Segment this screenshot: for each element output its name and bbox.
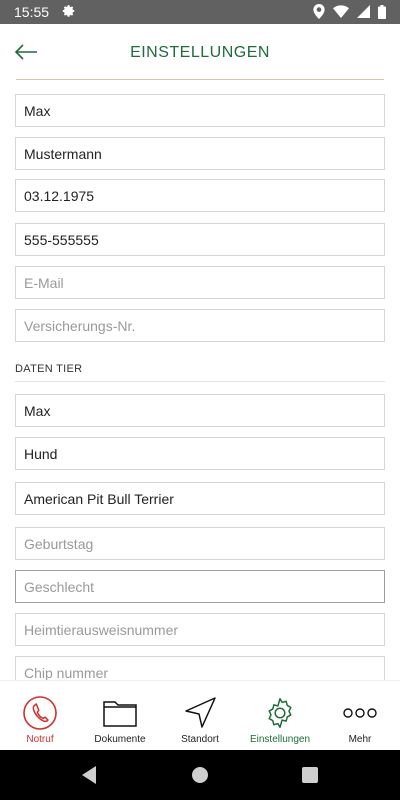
more-icon (342, 695, 378, 731)
settings-icon (62, 4, 76, 23)
nav-item-mehr[interactable]: Mehr (320, 681, 400, 750)
nav-label-standort: Standort (181, 734, 219, 745)
nav-label-dokumente: Dokumente (94, 734, 146, 745)
system-navigation-bar (0, 750, 400, 800)
navigation-icon (182, 695, 218, 731)
last-name-field[interactable] (15, 137, 385, 170)
pet-passport-number-field[interactable] (15, 613, 385, 646)
birthdate-field[interactable] (15, 179, 385, 212)
email-field[interactable] (15, 266, 385, 299)
nav-item-dokumente[interactable]: Dokumente (80, 681, 160, 750)
nav-item-einstellungen[interactable]: Einstellungen (240, 681, 320, 750)
nav-item-notruf[interactable]: Notruf (0, 681, 80, 750)
nav-item-standort[interactable]: Standort (160, 681, 240, 750)
animal-name-field[interactable] (15, 394, 385, 427)
first-name-field[interactable] (15, 94, 385, 127)
status-bar: 15:55 (0, 0, 400, 24)
animal-species-field[interactable] (15, 437, 385, 470)
battery-icon (378, 4, 386, 24)
phone-icon (22, 695, 58, 731)
nav-label-mehr: Mehr (348, 734, 372, 745)
insurance-number-field[interactable] (15, 309, 385, 342)
location-icon (313, 4, 325, 24)
bottom-navigation: Notruf Dokumente Standort Einstellungen … (0, 680, 400, 750)
nav-label-notruf: Notruf (26, 734, 54, 745)
animal-gender-select[interactable] (15, 570, 385, 603)
status-time: 15:55 (14, 4, 50, 20)
app-header: EINSTELLUNGEN (0, 24, 400, 80)
wifi-icon (333, 5, 349, 23)
signal-icon (357, 5, 370, 23)
home-circle-icon[interactable] (191, 765, 209, 790)
animal-birthday-field[interactable] (15, 527, 385, 560)
animal-breed-field[interactable] (15, 482, 385, 515)
settings-form: DATEN TIER (0, 80, 400, 680)
page-title: EINSTELLUNGEN (130, 44, 270, 61)
recents-square-icon[interactable] (301, 765, 319, 790)
folder-icon (102, 695, 138, 731)
gear-icon (262, 695, 298, 731)
section-divider (15, 381, 385, 382)
phone-field[interactable] (15, 223, 385, 256)
nav-label-einstellungen: Einstellungen (249, 734, 311, 745)
chip-number-field[interactable] (15, 656, 385, 680)
back-triangle-icon[interactable] (80, 765, 98, 790)
section-title-animal: DATEN TIER (15, 363, 83, 375)
